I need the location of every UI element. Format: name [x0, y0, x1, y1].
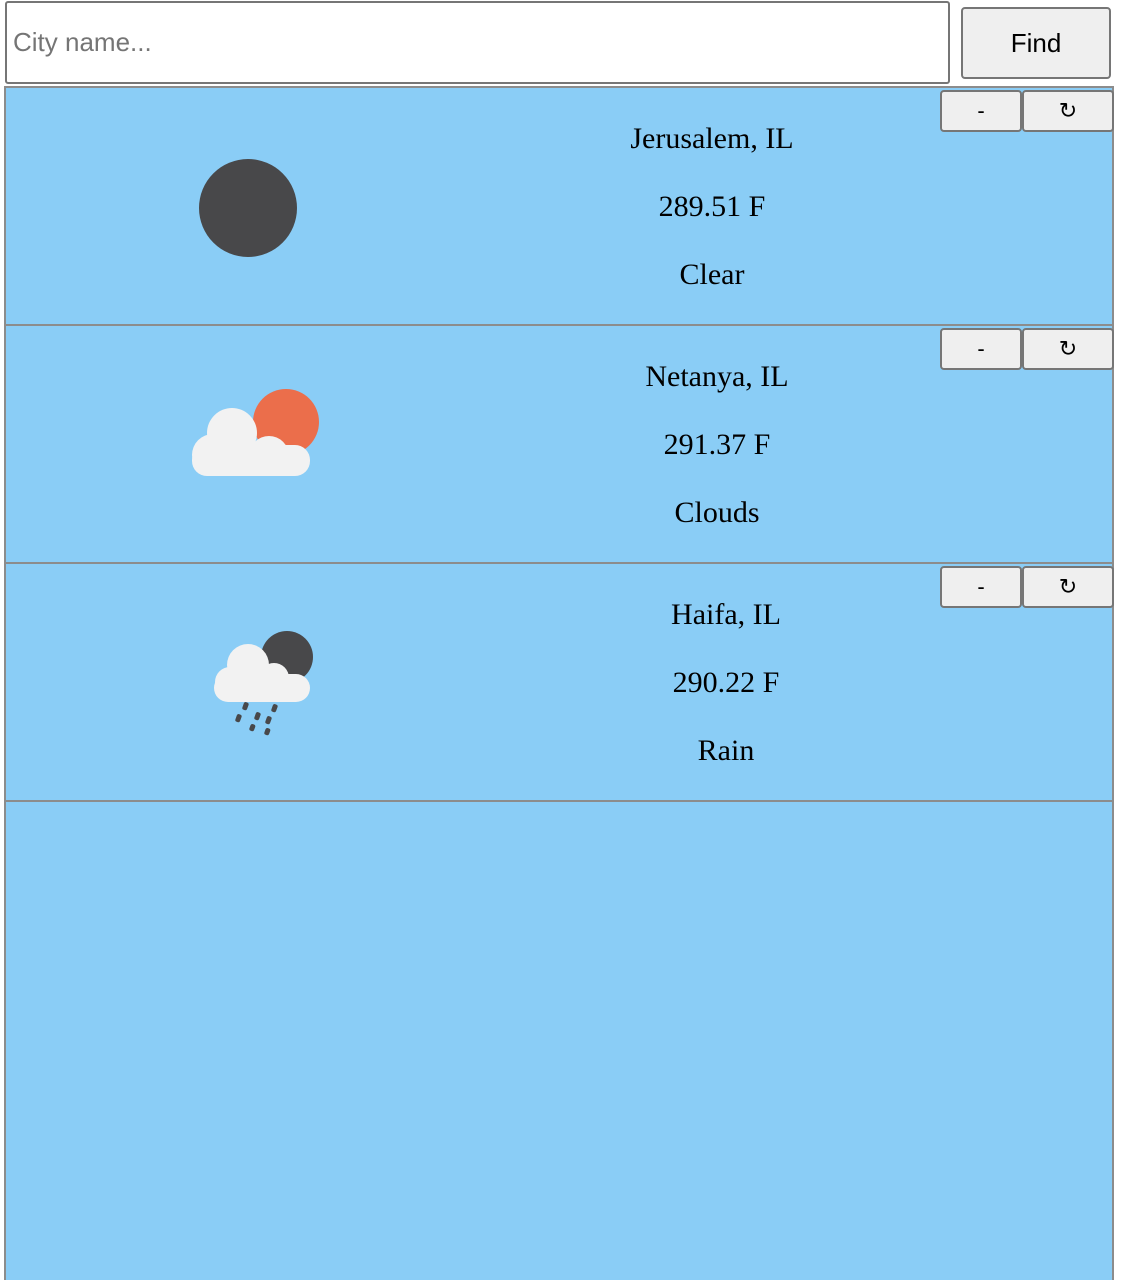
weather-card: Haifa, IL 290.22 F Rain - ↻	[6, 564, 1114, 802]
city-name: Netanya, IL	[645, 360, 789, 393]
remove-city-button[interactable]: -	[940, 90, 1022, 132]
city-name: Jerusalem, IL	[630, 122, 794, 155]
rain-night-icon	[214, 631, 313, 736]
weather-card: Netanya, IL 291.37 F Clouds - ↻	[6, 326, 1114, 564]
refresh-city-button[interactable]: ↻	[1022, 328, 1114, 370]
refresh-city-button[interactable]: ↻	[1022, 566, 1114, 608]
refresh-icon: ↻	[1058, 336, 1078, 361]
remove-city-button[interactable]: -	[940, 566, 1022, 608]
temperature: 289.51 F	[658, 190, 766, 223]
temperature: 291.37 F	[663, 428, 771, 461]
refresh-city-button[interactable]: ↻	[1022, 90, 1114, 132]
refresh-icon: ↻	[1058, 98, 1078, 123]
remove-city-button[interactable]: -	[940, 328, 1022, 370]
cloudy-sun-icon	[192, 389, 319, 476]
search-bar: Find	[0, 0, 1138, 86]
temperature: 290.22 F	[672, 666, 780, 699]
city-search-input[interactable]	[5, 1, 950, 84]
weather-card: Jerusalem, IL 289.51 F Clear - ↻	[6, 88, 1114, 326]
weather-condition: Clouds	[674, 496, 760, 529]
weather-condition: Rain	[697, 734, 755, 767]
find-button[interactable]: Find	[961, 7, 1111, 79]
weather-condition: Clear	[679, 258, 745, 291]
city-name: Haifa, IL	[671, 598, 781, 631]
refresh-icon: ↻	[1058, 574, 1078, 599]
clear-night-icon	[199, 159, 297, 257]
weather-list: Jerusalem, IL 289.51 F Clear - ↻ Netanya…	[4, 86, 1114, 1280]
